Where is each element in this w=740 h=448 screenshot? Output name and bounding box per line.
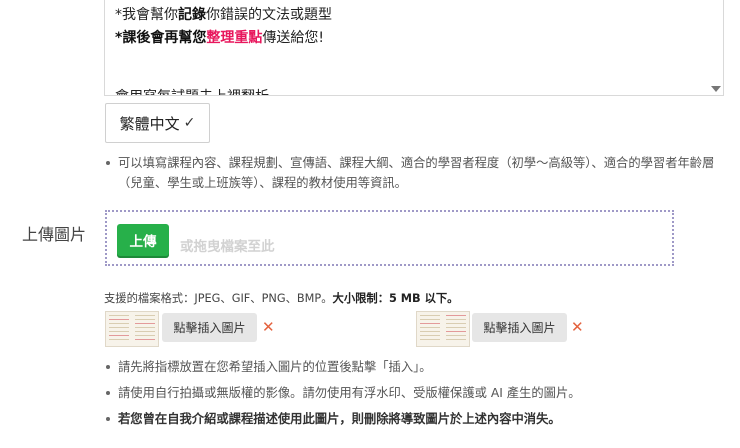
drop-hint: 或拖曳檔案至此 bbox=[180, 239, 275, 255]
upload-tips: 請先將指標放置在您希望插入圖片的位置後點擊「插入」。 請使用自行拍攝或無版權的影… bbox=[104, 357, 724, 435]
description-editor[interactable]: *我會幫你記錄你錯誤的文法或題型 *課後會再幫您整理重點傳送給您! 會用寫每試題… bbox=[104, 0, 724, 96]
insert-image-button[interactable]: 點擊插入圖片 bbox=[472, 313, 567, 342]
language-select[interactable]: 繁體中文 ✓ bbox=[105, 103, 210, 143]
language-selected-label: 繁體中文 bbox=[119, 114, 180, 133]
supported-formats: 支援的檔案格式：JPEG、GIF、PNG、BMP。大小限制：5 MB 以下。 bbox=[104, 292, 459, 305]
upload-label: 上傳圖片 bbox=[22, 225, 87, 244]
editor-line-2: *課後會再幫您整理重點傳送給您! bbox=[115, 30, 324, 46]
list-item: 請先將指標放置在您希望插入圖片的位置後點擊「插入」。 bbox=[104, 357, 724, 377]
editor-line-1: *我會幫你記錄你錯誤的文法或題型 bbox=[115, 7, 332, 23]
list-item: 可以填寫課程內容、課程規劃、宣傳語、課程大綱、適合的學習者程度（初學～高級等）、… bbox=[104, 153, 719, 193]
description-tips: 可以填寫課程內容、課程規劃、宣傳語、課程大綱、適合的學習者程度（初學～高級等）、… bbox=[104, 153, 719, 193]
uploaded-image-thumbnail bbox=[416, 311, 470, 347]
upload-button[interactable]: 上傳 bbox=[117, 224, 169, 256]
check-icon: ✓ bbox=[183, 115, 196, 131]
delete-icon[interactable]: ✕ bbox=[571, 318, 584, 336]
delete-icon[interactable]: ✕ bbox=[262, 318, 275, 336]
list-item: 請使用自行拍攝或無版權的影像。請勿使用有浮水印、受版權保護或 AI 產生的圖片。 bbox=[104, 383, 724, 403]
editor-scroll-down-icon[interactable] bbox=[711, 86, 721, 92]
image-dropzone[interactable]: 上傳 或拖曳檔案至此 bbox=[105, 210, 674, 266]
editor-line-3: 會用寫每試題去上裡翻析 bbox=[115, 86, 269, 95]
uploaded-image-thumbnail bbox=[105, 311, 159, 347]
list-item: 若您曾在自我介紹或課程描述使用此圖片，則刪除將導致圖片於上述內容中消失。 bbox=[104, 409, 724, 429]
insert-image-button[interactable]: 點擊插入圖片 bbox=[162, 313, 257, 342]
